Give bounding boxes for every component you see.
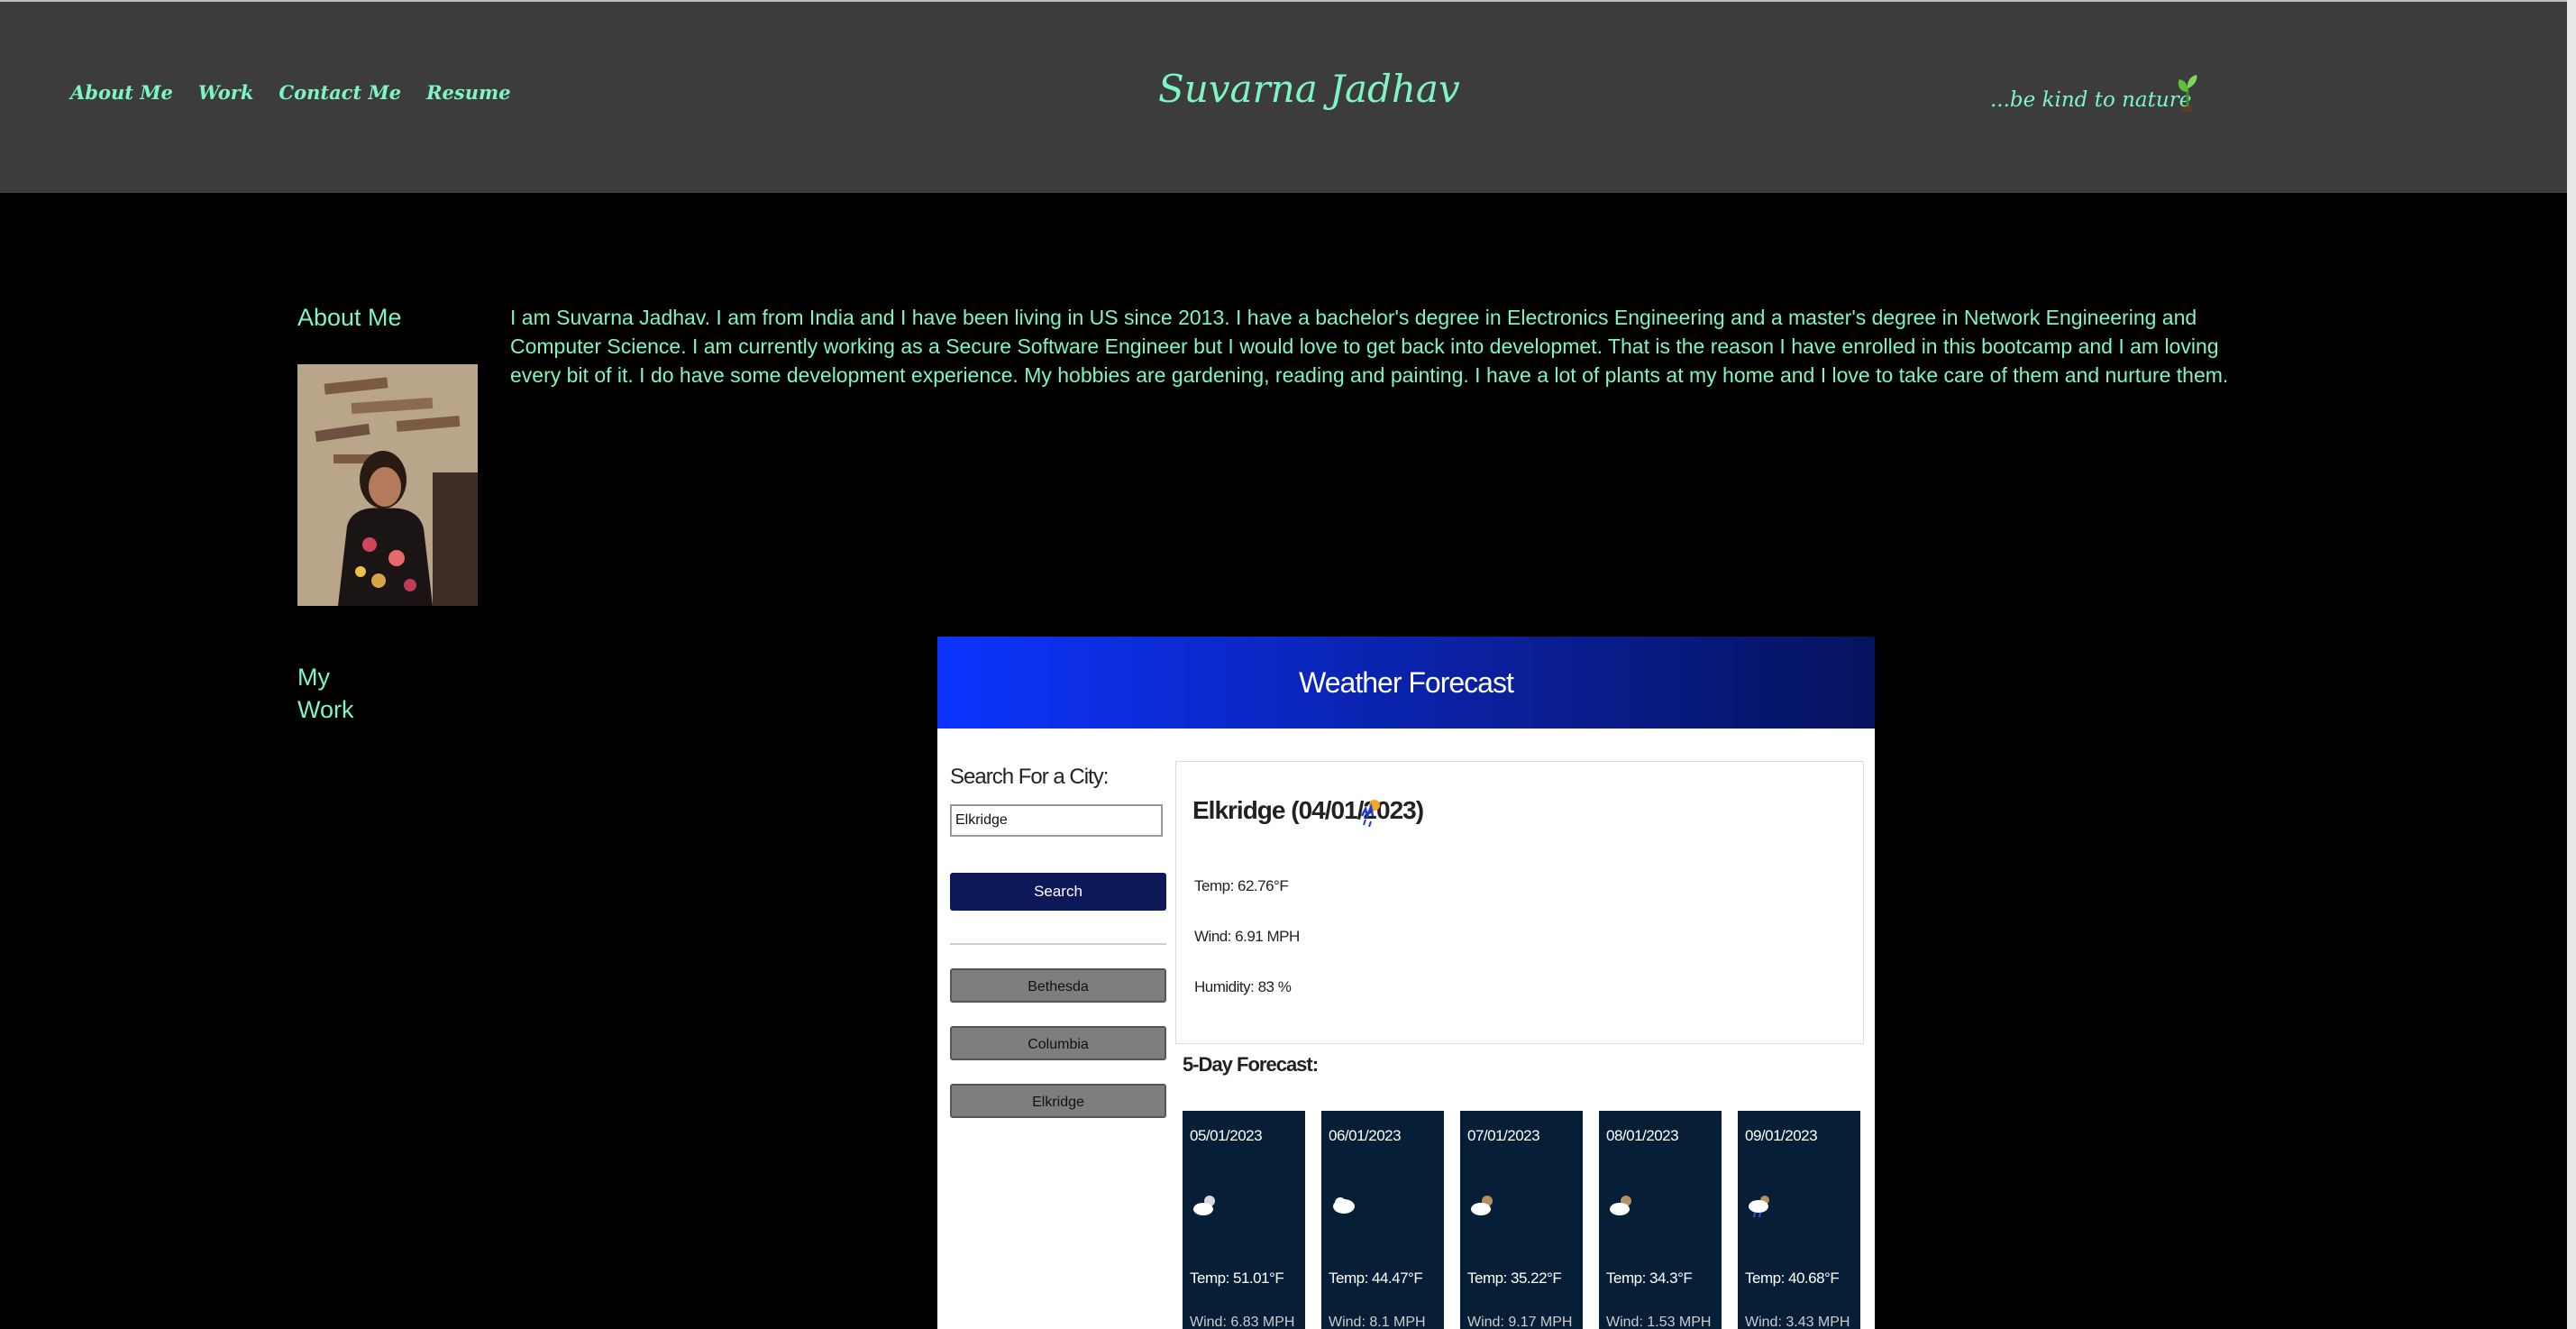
forecast-card: 08/01/2023 Temp: 34.3°F Wind: 1.53 MPH xyxy=(1599,1111,1722,1329)
forecast-temp: Temp: 44.47°F xyxy=(1329,1269,1423,1287)
forecast-date: 07/01/2023 xyxy=(1467,1127,1540,1144)
rain-icon xyxy=(1749,1196,1769,1218)
forecast-wind: Wind: 9.17 MPH xyxy=(1467,1315,1573,1329)
tagline: ...be kind to nature xyxy=(1990,88,2192,112)
forecast-date: 05/01/2023 xyxy=(1190,1127,1263,1144)
forecast-temp: Temp: 51.01°F xyxy=(1190,1269,1284,1287)
history-button-elkridge[interactable]: Elkridge xyxy=(950,1084,1166,1118)
profile-photo xyxy=(297,364,478,606)
cloud-icon xyxy=(1333,1197,1355,1214)
divider xyxy=(950,943,1166,945)
nav-about-me[interactable]: About Me xyxy=(70,81,173,104)
about-bio: I am Suvarna Jadhav. I am from India and… xyxy=(510,306,2229,387)
forecast-temp: Temp: 40.68°F xyxy=(1745,1269,1840,1287)
weather-app-screenshot[interactable]: Weather Forecast Search For a City: Elkr… xyxy=(937,637,1875,1329)
forecast-wind: Wind: 1.53 MPH xyxy=(1606,1315,1712,1329)
forecast-date: 06/01/2023 xyxy=(1329,1127,1402,1144)
weather-app-title: Weather Forecast xyxy=(937,637,1875,729)
nav-work[interactable]: Work xyxy=(198,81,254,104)
forecast-card: 05/01/2023 Temp: 51.01°F Wind: 6.83 MPH xyxy=(1183,1111,1305,1329)
current-humidity: Humidity: 83 % xyxy=(1194,978,1292,995)
history-button-columbia[interactable]: Columbia xyxy=(950,1026,1166,1060)
partly-cloudy-icon xyxy=(1193,1196,1215,1215)
current-city-date: Elkridge (04/01/2023) xyxy=(1192,796,1424,824)
site-header: About Me Work Contact Me Resume Suvarna … xyxy=(0,2,2567,193)
partly-cloudy-icon xyxy=(1610,1196,1631,1215)
forecast-wind: Wind: 6.83 MPH xyxy=(1190,1315,1295,1329)
nav-resume[interactable]: Resume xyxy=(426,81,511,104)
current-weather-panel: Elkridge (04/01/2023) Temp: 62.76°F Wind… xyxy=(1175,761,1864,1044)
nav-contact-me[interactable]: Contact Me xyxy=(279,81,401,104)
partly-cloudy-icon xyxy=(1471,1196,1493,1215)
forecast-temp: Temp: 35.22°F xyxy=(1467,1269,1562,1287)
search-label: Search For a City: xyxy=(950,765,1109,789)
about-heading: About Me xyxy=(297,304,402,331)
main-nav: About Me Work Contact Me Resume xyxy=(70,81,511,104)
forecast-wind: Wind: 8.1 MPH xyxy=(1329,1315,1426,1329)
search-button[interactable]: Search xyxy=(950,873,1166,911)
current-temp: Temp: 62.76°F xyxy=(1194,877,1289,894)
forecast-date: 09/01/2023 xyxy=(1745,1127,1818,1144)
forecast-card: 06/01/2023 Temp: 44.47°F Wind: 8.1 MPH xyxy=(1321,1111,1444,1329)
history-button-bethesda[interactable]: Bethesda xyxy=(950,968,1166,1003)
city-search-input[interactable]: Elkridge xyxy=(950,804,1163,837)
sprout-icon xyxy=(2178,75,2197,112)
forecast-temp: Temp: 34.3°F xyxy=(1606,1269,1693,1287)
thunderstorm-icon xyxy=(1360,800,1380,828)
forecast-wind: Wind: 3.43 MPH xyxy=(1745,1315,1850,1329)
work-heading: My Work xyxy=(297,664,354,723)
current-wind: Wind: 6.91 MPH xyxy=(1194,928,1300,945)
forecast-card: 09/01/2023 Temp: 40.68°F Wind: 3.43 MPH xyxy=(1738,1111,1860,1329)
site-title: Suvarna Jadhav xyxy=(1158,67,1460,111)
weather-app-sidebar: Search For a City: Elkridge Search Bethe… xyxy=(950,765,1166,1118)
forecast-date: 08/01/2023 xyxy=(1606,1127,1679,1144)
five-day-label: 5-Day Forecast: xyxy=(1183,1053,1319,1076)
window-scrollbar-track[interactable] xyxy=(2567,0,2576,1329)
forecast-card: 07/01/2023 Temp: 35.22°F Wind: 9.17 MPH xyxy=(1460,1111,1583,1329)
